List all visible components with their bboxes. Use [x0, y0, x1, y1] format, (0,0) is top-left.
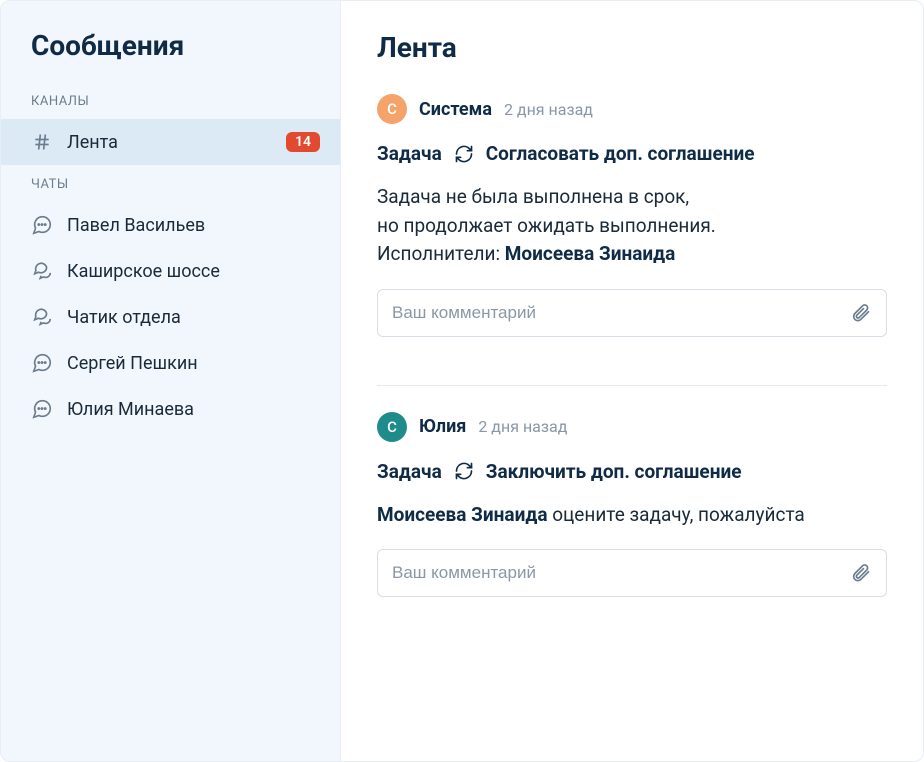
comment-box[interactable]	[377, 289, 887, 337]
comment-input[interactable]	[392, 563, 850, 583]
avatar: С	[377, 412, 407, 442]
executor-name: Моисеева Зинаида	[505, 242, 676, 265]
chat-label: Сергей Пешкин	[67, 353, 320, 374]
feed-item: С Система 2 дня назад Задача Согласовать…	[377, 94, 887, 361]
sidebar-title: Сообщения	[1, 29, 340, 82]
sidebar: Сообщения КАНАЛЫ Лента 14 ЧАТЫ	[1, 1, 341, 761]
timestamp: 2 дня назад	[478, 417, 567, 436]
chat-group-icon	[31, 306, 53, 328]
timestamp: 2 дня назад	[504, 100, 593, 119]
task-line: Задача Заключить доп. соглашение	[377, 460, 887, 483]
attach-icon[interactable]	[850, 562, 872, 584]
chat-item-department[interactable]: Чатик отдела	[1, 294, 340, 340]
channel-label: Лента	[67, 132, 272, 153]
unread-badge: 14	[286, 132, 320, 152]
author-name: Система	[419, 99, 492, 120]
author-name: Юлия	[419, 416, 466, 437]
chat-direct-icon	[31, 352, 53, 374]
task-label: Задача	[377, 142, 442, 165]
feed-item: С Юлия 2 дня назад Задача Заключить доп.…	[377, 385, 887, 622]
chat-item-yulia[interactable]: Юлия Минаева	[1, 386, 340, 432]
feed-body: Задача не была выполнена в срок, но прод…	[377, 183, 887, 269]
feed-item-header: С Система 2 дня назад	[377, 94, 887, 124]
channel-item-feed[interactable]: Лента 14	[1, 119, 340, 165]
chat-group-icon	[31, 260, 53, 282]
app-root: Сообщения КАНАЛЫ Лента 14 ЧАТЫ	[0, 0, 924, 762]
refresh-icon	[454, 144, 474, 164]
chat-direct-icon	[31, 214, 53, 236]
hash-icon	[31, 131, 53, 153]
chat-label: Юлия Минаева	[67, 399, 320, 420]
refresh-icon	[454, 461, 474, 481]
chat-direct-icon	[31, 398, 53, 420]
chat-label: Чатик отдела	[67, 307, 320, 328]
attach-icon[interactable]	[850, 302, 872, 324]
chat-item-kashirskoe[interactable]: Каширское шоссе	[1, 248, 340, 294]
chat-label: Каширское шоссе	[67, 261, 320, 282]
mention: Моисеева Зинаида	[377, 503, 548, 526]
comment-box[interactable]	[377, 549, 887, 597]
task-line: Задача Согласовать доп. соглашение	[377, 142, 887, 165]
feed-body: Моисеева Зинаида оцените задачу, пожалуй…	[377, 501, 887, 530]
section-label-channels: КАНАЛЫ	[1, 82, 340, 119]
chat-item-sergey[interactable]: Сергей Пешкин	[1, 340, 340, 386]
chat-label: Павел Васильев	[67, 215, 320, 236]
executors-prefix: Исполнители:	[377, 242, 505, 265]
task-title[interactable]: Согласовать доп. соглашение	[486, 142, 755, 165]
body-after-mention: оцените задачу, пожалуйста	[548, 503, 805, 526]
chat-item-pavel[interactable]: Павел Васильев	[1, 202, 340, 248]
feed-title: Лента	[377, 31, 887, 64]
comment-input[interactable]	[392, 303, 850, 323]
task-label: Задача	[377, 460, 442, 483]
task-title[interactable]: Заключить доп. соглашение	[486, 460, 742, 483]
main-content: Лента С Система 2 дня назад Задача	[341, 1, 923, 761]
avatar: С	[377, 94, 407, 124]
feed-item-header: С Юлия 2 дня назад	[377, 412, 887, 442]
body-plain: Задача не была выполнена в срок, но прод…	[377, 185, 716, 237]
section-label-chats: ЧАТЫ	[1, 165, 340, 202]
